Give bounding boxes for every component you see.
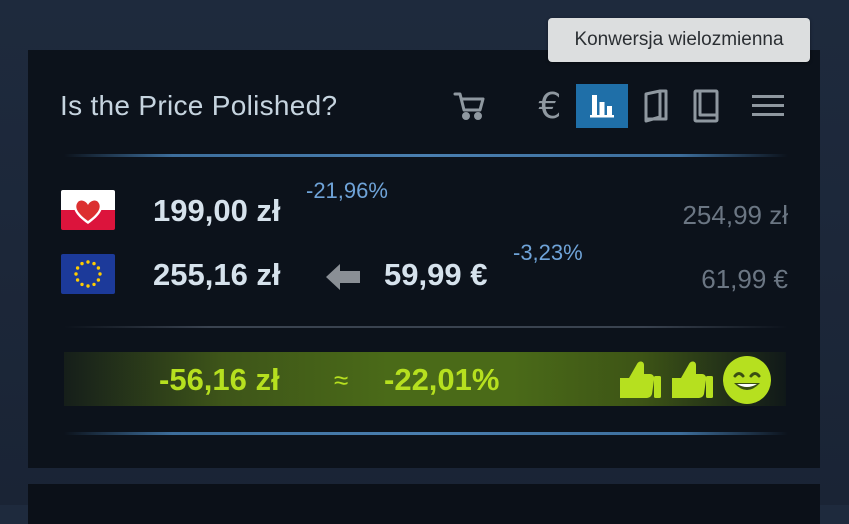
approx-symbol: ≈ [334, 365, 349, 395]
local-price: 199,00 zł [153, 193, 281, 228]
thumbs-up-icon [618, 356, 664, 407]
eu-flag [61, 254, 115, 294]
euro-price-row: 255,16 zł 59,99 € -3,23% 61,99 € [28, 240, 820, 298]
divider [64, 154, 788, 157]
price-panel: Is the Price Polished? € 199,00 zł -21,9… [28, 50, 820, 468]
euro-old-price: 61,99 € [701, 264, 788, 294]
arrow-left-icon [326, 264, 360, 295]
difference-percent: -22,01% [384, 362, 500, 397]
euro-price: 59,99 € [384, 257, 488, 292]
divider [64, 432, 788, 435]
thumbs-up-icon [670, 356, 716, 407]
next-panel [28, 484, 820, 524]
euro-discount: -3,23% [513, 240, 583, 265]
divider [64, 326, 788, 328]
euro-icon[interactable]: € [528, 84, 572, 128]
poland-flag-heart [61, 190, 115, 230]
bar-chart-icon[interactable] [576, 84, 628, 128]
tooltip: Konwersja wielozmienna [548, 18, 810, 62]
panel-title: Is the Price Polished? [60, 90, 338, 121]
smile-icon [722, 355, 772, 410]
book-open-icon[interactable] [634, 84, 678, 128]
hamburger-menu-icon[interactable] [750, 92, 786, 122]
book-icon[interactable] [684, 84, 728, 128]
converted-price: 255,16 zł [153, 257, 281, 292]
local-discount: -21,96% [306, 178, 388, 203]
cart-icon[interactable] [448, 84, 492, 128]
difference-amount: -56,16 zł [159, 362, 280, 397]
local-old-price: 254,99 zł [682, 200, 788, 230]
summary-banner: -56,16 zł ≈ -22,01% [64, 352, 786, 406]
local-price-row: 199,00 zł -21,96% 254,99 zł [28, 178, 820, 234]
